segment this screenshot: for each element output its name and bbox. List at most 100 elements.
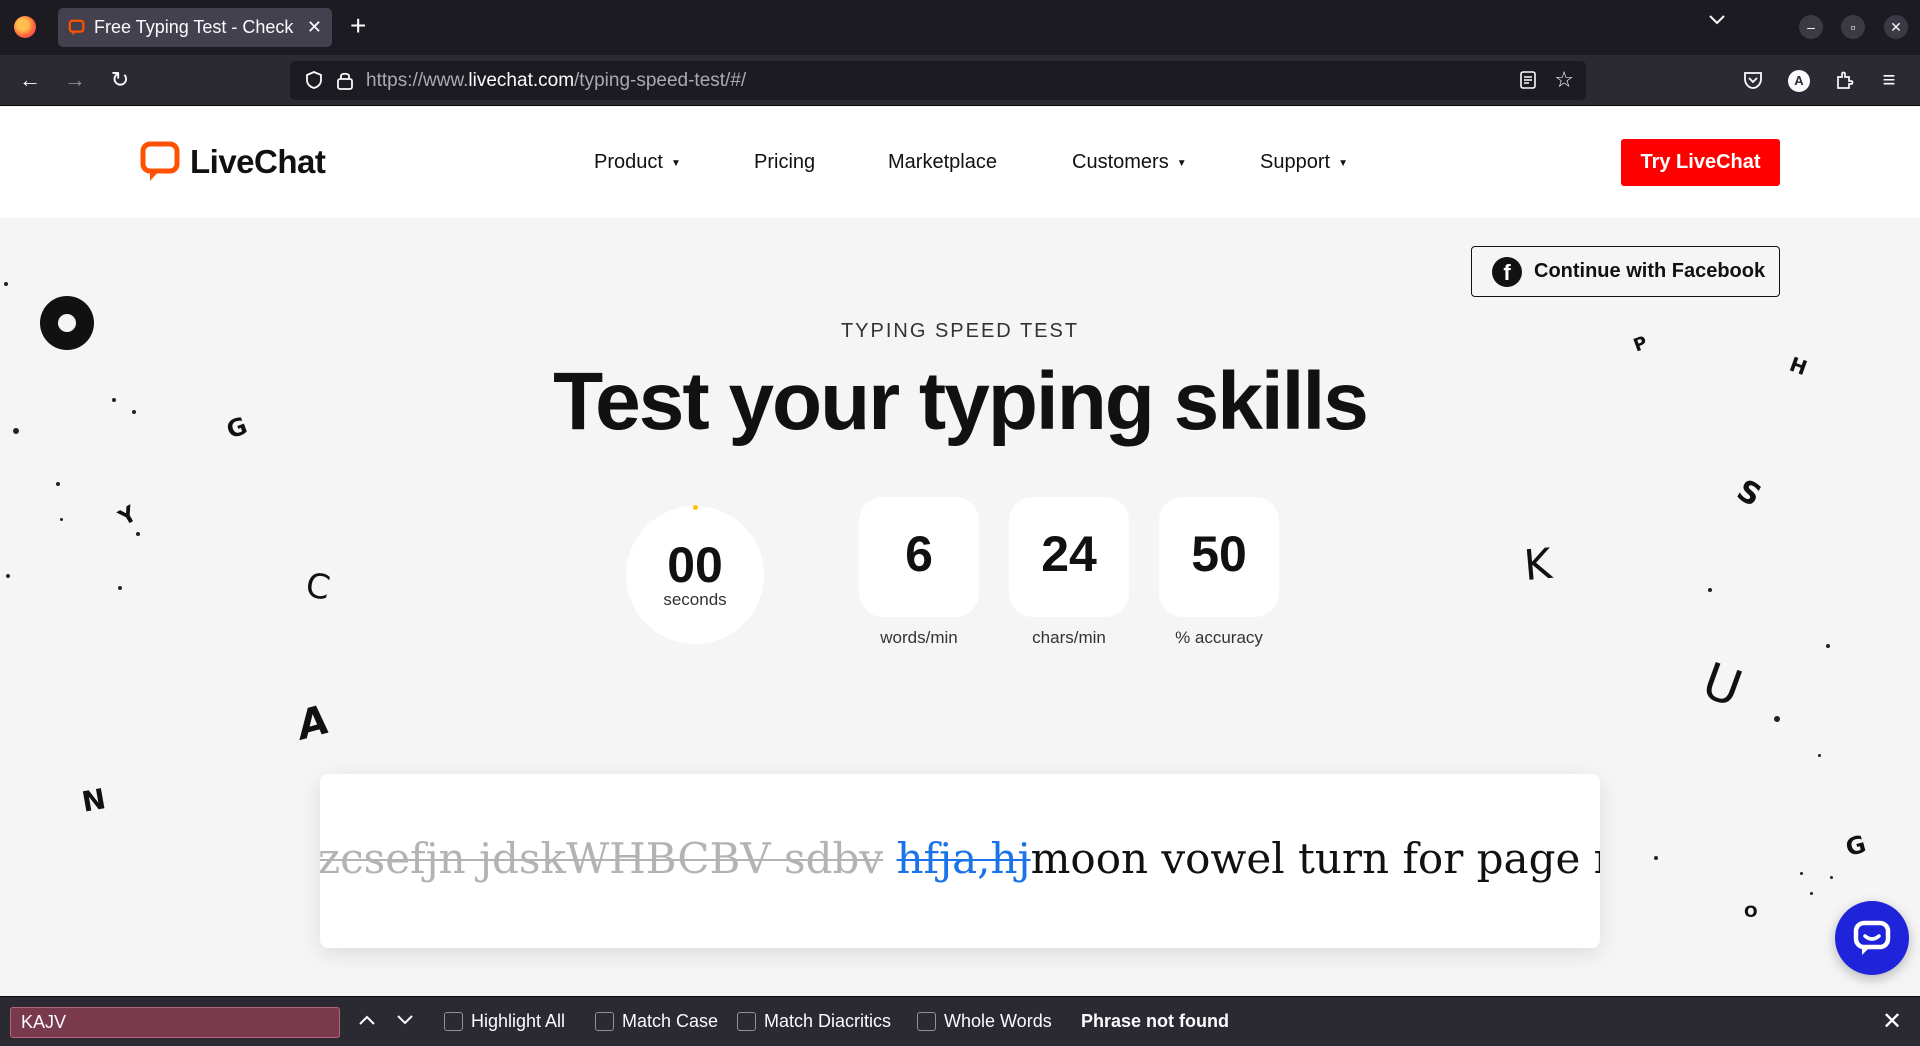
tab-close-icon[interactable]: ✕ xyxy=(307,17,322,38)
bookmark-star-icon[interactable]: ☆ xyxy=(1554,67,1574,93)
stat-unit-wpm: words/min xyxy=(880,628,958,647)
nav-pricing-label: Pricing xyxy=(754,151,816,173)
stat-unit-accuracy: % accuracy xyxy=(1175,628,1263,647)
checkbox-box[interactable] xyxy=(737,1012,756,1031)
eyebrow-text: TYPING SPEED TEST xyxy=(840,320,1080,342)
decorative-dot xyxy=(118,586,122,590)
livechat-favicon-icon xyxy=(68,19,85,35)
url-host: livechat.com xyxy=(468,70,575,91)
minimize-window-button[interactable]: – xyxy=(1799,15,1823,39)
nav-product-label: Product xyxy=(594,151,663,173)
url-text[interactable]: https://www.livechat.com/typing-speed-te… xyxy=(366,70,746,92)
stat-unit-cpm: chars/min xyxy=(1032,628,1106,647)
menu-icon[interactable]: ≡ xyxy=(1875,67,1903,93)
reload-icon[interactable]: ↻ xyxy=(106,67,134,93)
stat-value-wpm: 6 xyxy=(905,526,933,582)
reader-view-icon[interactable] xyxy=(1518,70,1538,90)
pocket-icon[interactable] xyxy=(1742,69,1764,91)
continue-with-facebook-button[interactable]: f Continue with Facebook xyxy=(1471,246,1780,297)
match-diacritics-label: Match Diacritics xyxy=(764,1011,892,1031)
stat-card-cpm: 24 xyxy=(1009,497,1129,617)
facebook-button-label: Continue with Facebook xyxy=(1534,260,1766,282)
nav-customers[interactable]: Customers ▼ xyxy=(1072,151,1187,174)
highlight-all-label: Highlight All xyxy=(471,1011,566,1031)
restore-window-button[interactable]: ▫ xyxy=(1841,15,1865,39)
checkbox-box[interactable] xyxy=(444,1012,463,1031)
highlight-all-checkbox[interactable]: Highlight All xyxy=(444,1011,565,1032)
decorative-dot xyxy=(1654,856,1658,860)
chat-icon xyxy=(1853,920,1891,955)
try-livechat-button[interactable]: Try LiveChat xyxy=(1621,139,1780,186)
chevron-down-icon: ▼ xyxy=(670,158,681,169)
chat-widget-button[interactable] xyxy=(1835,901,1909,975)
nav-support[interactable]: Support ▼ xyxy=(1260,151,1348,174)
url-path: /typing-speed-test/#/ xyxy=(574,70,747,91)
url-prefix: https://www. xyxy=(366,70,469,91)
decorative-dot xyxy=(1810,892,1813,895)
decorative-dot xyxy=(1774,716,1780,722)
decorative-dot xyxy=(6,574,10,578)
chevron-down-icon: ▼ xyxy=(1176,158,1187,169)
decorative-letter: N xyxy=(79,782,109,819)
find-bar: Highlight All Match Case Match Diacritic… xyxy=(0,996,1920,1046)
decorative-dot xyxy=(4,282,8,286)
nav-product[interactable]: Product ▼ xyxy=(594,151,681,174)
whole-words-checkbox[interactable]: Whole Words xyxy=(917,1011,1052,1032)
nav-marketplace-label: Marketplace xyxy=(888,151,997,173)
address-bar[interactable]: https://www.livechat.com/typing-speed-te… xyxy=(290,61,1586,100)
timer-value: 00 xyxy=(667,537,723,593)
account-icon[interactable]: A xyxy=(1788,70,1810,92)
timer-progress-dot xyxy=(693,505,698,510)
checkbox-box[interactable] xyxy=(595,1012,614,1031)
typing-text-line: zcsefjn jdskWHBCBV sdbv hfja,hjmoon vowe… xyxy=(320,834,1600,883)
new-tab-button[interactable]: + xyxy=(350,12,366,40)
find-input[interactable] xyxy=(10,1007,340,1038)
active-tab[interactable]: Free Typing Test - Check Your Typing Spe… xyxy=(58,8,332,47)
stat-value-accuracy: 50 xyxy=(1191,526,1247,582)
timer-unit: seconds xyxy=(663,590,727,609)
typed-words: zcsefjn jdskWHBCBV sdbv xyxy=(320,834,884,883)
find-next-icon[interactable] xyxy=(396,1007,414,1033)
browser-nav-bar: ← → ↻ https://www.livechat.com/typing-sp… xyxy=(0,55,1920,106)
decorative-letter: K xyxy=(1521,538,1554,591)
close-find-bar-icon[interactable]: ✕ xyxy=(1882,1007,1902,1036)
decorative-dot xyxy=(1708,588,1712,592)
stat-value-cpm: 24 xyxy=(1041,526,1097,582)
livechat-logo-icon xyxy=(140,141,180,181)
decorative-dot xyxy=(60,518,63,521)
chevron-down-icon: ▼ xyxy=(1338,158,1348,169)
decorative-dot xyxy=(136,532,140,536)
decorative-dot xyxy=(1818,754,1821,757)
match-case-checkbox[interactable]: Match Case xyxy=(595,1011,718,1032)
close-window-button[interactable]: ✕ xyxy=(1884,15,1908,39)
tab-title: Free Typing Test - Check Your Typing Spe… xyxy=(94,17,294,37)
back-icon[interactable]: ← xyxy=(16,67,44,93)
page-title: Test your typing skills xyxy=(553,356,1369,447)
typing-test-area[interactable]: zcsefjn jdskWHBCBV sdbv hfja,hjmoon vowe… xyxy=(320,774,1600,948)
find-previous-icon[interactable] xyxy=(358,1007,376,1033)
decorative-dot xyxy=(1830,876,1833,879)
checkbox-box[interactable] xyxy=(917,1012,936,1031)
lock-icon[interactable] xyxy=(336,70,354,90)
extensions-icon[interactable] xyxy=(1834,69,1856,91)
decorative-letter: A xyxy=(292,696,335,750)
nav-marketplace[interactable]: Marketplace xyxy=(888,151,997,174)
match-case-label: Match Case xyxy=(622,1011,719,1031)
list-all-tabs-icon[interactable] xyxy=(1708,14,1726,26)
nav-pricing[interactable]: Pricing xyxy=(754,151,815,174)
decorative-letter: C xyxy=(302,565,334,609)
decorative-letter: U xyxy=(1695,651,1750,719)
firefox-icon[interactable] xyxy=(14,16,36,38)
decorative-letter: G xyxy=(1842,829,1869,863)
timer: 00 seconds xyxy=(626,505,764,644)
find-status: Phrase not found xyxy=(1081,1011,1229,1031)
site-header: LiveChat Product ▼ Pricing Marketplace Cu… xyxy=(0,107,1920,218)
livechat-logo[interactable]: LiveChat xyxy=(140,141,326,183)
decorative-dot xyxy=(1800,872,1803,875)
forward-icon[interactable]: → xyxy=(61,67,89,93)
decorative-letter: O xyxy=(1744,902,1758,921)
match-diacritics-checkbox[interactable]: Match Diacritics xyxy=(737,1011,891,1032)
shield-icon[interactable] xyxy=(304,70,324,90)
upcoming-words: moon vowel turn for page mother xyxy=(1030,834,1600,883)
current-word: hfja,hj xyxy=(896,834,1031,883)
